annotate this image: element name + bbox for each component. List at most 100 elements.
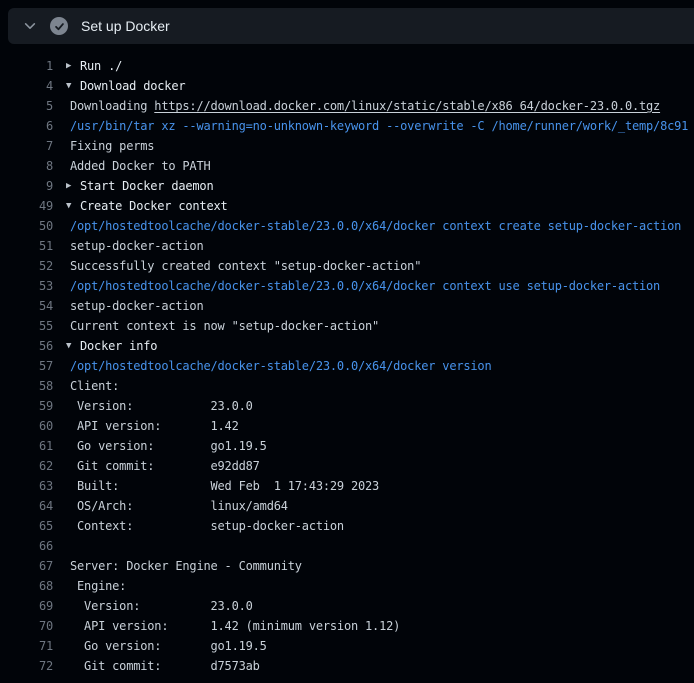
log-text: ▶Start Docker daemon — [66, 176, 213, 196]
line-number[interactable]: 52 — [0, 256, 53, 276]
log-text: Client: — [70, 376, 119, 396]
log-line: 55 Current context is now "setup-docker-a… — [0, 316, 694, 336]
line-number[interactable]: 6 — [0, 116, 53, 136]
line-number[interactable]: 4 — [0, 76, 53, 96]
log-text: Git commit: d7573ab — [70, 656, 260, 676]
log-text: ▼Docker info — [66, 336, 157, 356]
log-text: Current context is now "setup-docker-act… — [70, 316, 379, 336]
log-line: 59 Version: 23.0.0 — [0, 396, 694, 416]
log-text: Downloading https://download.docker.com/… — [70, 96, 660, 116]
line-number[interactable]: 58 — [0, 376, 53, 396]
log-line: 58 Client: — [0, 376, 694, 396]
log-line: 64 OS/Arch: linux/amd64 — [0, 496, 694, 516]
line-number[interactable]: 63 — [0, 476, 53, 496]
log-line: 7 Fixing perms — [0, 136, 694, 156]
log-text: Go version: go1.19.5 — [70, 436, 267, 456]
log-viewer-page: Set up Docker 1 ▶Run ./ 4 ▼Download docker 5… — [0, 0, 694, 683]
triangle-down-icon[interactable]: ▼ — [66, 196, 80, 216]
log-text: API version: 1.42 (minimum version 1.12) — [70, 616, 400, 636]
log-line: 60 API version: 1.42 — [0, 416, 694, 436]
line-number[interactable]: 5 — [0, 96, 53, 116]
line-number[interactable]: 69 — [0, 596, 53, 616]
line-number[interactable]: 60 — [0, 416, 53, 436]
log-text: OS/Arch: linux/amd64 — [70, 496, 288, 516]
line-number[interactable]: 65 — [0, 516, 53, 536]
log-line: 53/opt/hostedtoolcache/docker-stable/23.… — [0, 276, 694, 296]
step-title: Set up Docker — [81, 18, 170, 34]
log-text: ▼Create Docker context — [66, 196, 228, 216]
log-line: 57/opt/hostedtoolcache/docker-stable/23.… — [0, 356, 694, 376]
log-text: Built: Wed Feb 1 17:43:29 2023 — [70, 476, 379, 496]
log-line: 8 Added Docker to PATH — [0, 156, 694, 176]
check-circle-icon — [50, 17, 68, 35]
log-text: Fixing perms — [70, 136, 154, 156]
line-number[interactable]: 50 — [0, 216, 53, 236]
log-text: Successfully created context "setup-dock… — [70, 256, 421, 276]
log-group-header[interactable]: 56 ▼Docker info — [0, 336, 694, 356]
log-line: 61 Go version: go1.19.5 — [0, 436, 694, 456]
line-number[interactable]: 1 — [0, 56, 53, 76]
line-number[interactable]: 59 — [0, 396, 53, 416]
line-number[interactable]: 66 — [0, 536, 53, 556]
log-group-header[interactable]: 4 ▼Download docker — [0, 76, 694, 96]
triangle-right-icon[interactable]: ▶ — [66, 176, 80, 196]
line-number[interactable]: 61 — [0, 436, 53, 456]
line-number[interactable]: 9 — [0, 176, 53, 196]
log-group-header[interactable]: 9 ▶Start Docker daemon — [0, 176, 694, 196]
log-group-header[interactable]: 1 ▶Run ./ — [0, 56, 694, 76]
command-text: /opt/hostedtoolcache/docker-stable/23.0.… — [70, 216, 681, 236]
triangle-right-icon[interactable]: ▶ — [66, 56, 80, 76]
line-number[interactable]: 64 — [0, 496, 53, 516]
log-line: 72 Git commit: d7573ab — [0, 656, 694, 676]
log-line: 68 Engine: — [0, 576, 694, 596]
triangle-down-icon[interactable]: ▼ — [66, 76, 80, 96]
log-text: Engine: — [70, 576, 126, 596]
log-text: Version: 23.0.0 — [70, 396, 253, 416]
log-text: setup-docker-action — [70, 236, 203, 256]
log-line: 65 Context: setup-docker-action — [0, 516, 694, 536]
log-content: 1 ▶Run ./ 4 ▼Download docker 5 Downloading ht… — [0, 52, 694, 676]
line-number[interactable]: 57 — [0, 356, 53, 376]
line-number[interactable]: 71 — [0, 636, 53, 656]
log-line: 62 Git commit: e92dd87 — [0, 456, 694, 476]
log-line: 50/opt/hostedtoolcache/docker-stable/23.… — [0, 216, 694, 236]
log-line: 52 Successfully created context "setup-do… — [0, 256, 694, 276]
line-number[interactable]: 54 — [0, 296, 53, 316]
log-link[interactable]: https://download.docker.com/linux/static… — [154, 99, 660, 113]
line-number[interactable]: 55 — [0, 316, 53, 336]
line-number[interactable]: 51 — [0, 236, 53, 256]
line-number[interactable]: 53 — [0, 276, 53, 296]
line-number[interactable]: 8 — [0, 156, 53, 176]
log-line: 71 Go version: go1.19.5 — [0, 636, 694, 656]
command-text: /usr/bin/tar xz --warning=no-unknown-key… — [70, 116, 688, 136]
log-line: 54 setup-docker-action — [0, 296, 694, 316]
log-line: 66 — [0, 536, 694, 556]
log-line: 63 Built: Wed Feb 1 17:43:29 2023 — [0, 476, 694, 496]
log-line: 67 Server: Docker Engine - Community — [0, 556, 694, 576]
triangle-down-icon[interactable]: ▼ — [66, 336, 80, 356]
log-group-header[interactable]: 49 ▼Create Docker context — [0, 196, 694, 216]
log-line: 6/usr/bin/tar xz --warning=no-unknown-ke… — [0, 116, 694, 136]
log-text: Go version: go1.19.5 — [70, 636, 267, 656]
line-number[interactable]: 68 — [0, 576, 53, 596]
line-number[interactable]: 49 — [0, 196, 53, 216]
command-text: /opt/hostedtoolcache/docker-stable/23.0.… — [70, 356, 491, 376]
log-line: 51 setup-docker-action — [0, 236, 694, 256]
log-text: ▶Run ./ — [66, 56, 122, 76]
log-text: Server: Docker Engine - Community — [70, 556, 302, 576]
line-number[interactable]: 56 — [0, 336, 53, 356]
line-number[interactable]: 70 — [0, 616, 53, 636]
line-number[interactable]: 7 — [0, 136, 53, 156]
line-number[interactable]: 62 — [0, 456, 53, 476]
log-line: 70 API version: 1.42 (minimum version 1.… — [0, 616, 694, 636]
line-number[interactable]: 67 — [0, 556, 53, 576]
log-text-segment: Downloading — [70, 99, 154, 113]
log-text: API version: 1.42 — [70, 416, 239, 436]
log-text: setup-docker-action — [70, 296, 203, 316]
chevron-down-icon[interactable] — [23, 19, 37, 33]
line-number[interactable]: 72 — [0, 656, 53, 676]
log-text: Version: 23.0.0 — [70, 596, 253, 616]
step-header[interactable]: Set up Docker — [8, 8, 694, 44]
log-text: ▼Download docker — [66, 76, 185, 96]
log-text: Added Docker to PATH — [70, 156, 211, 176]
